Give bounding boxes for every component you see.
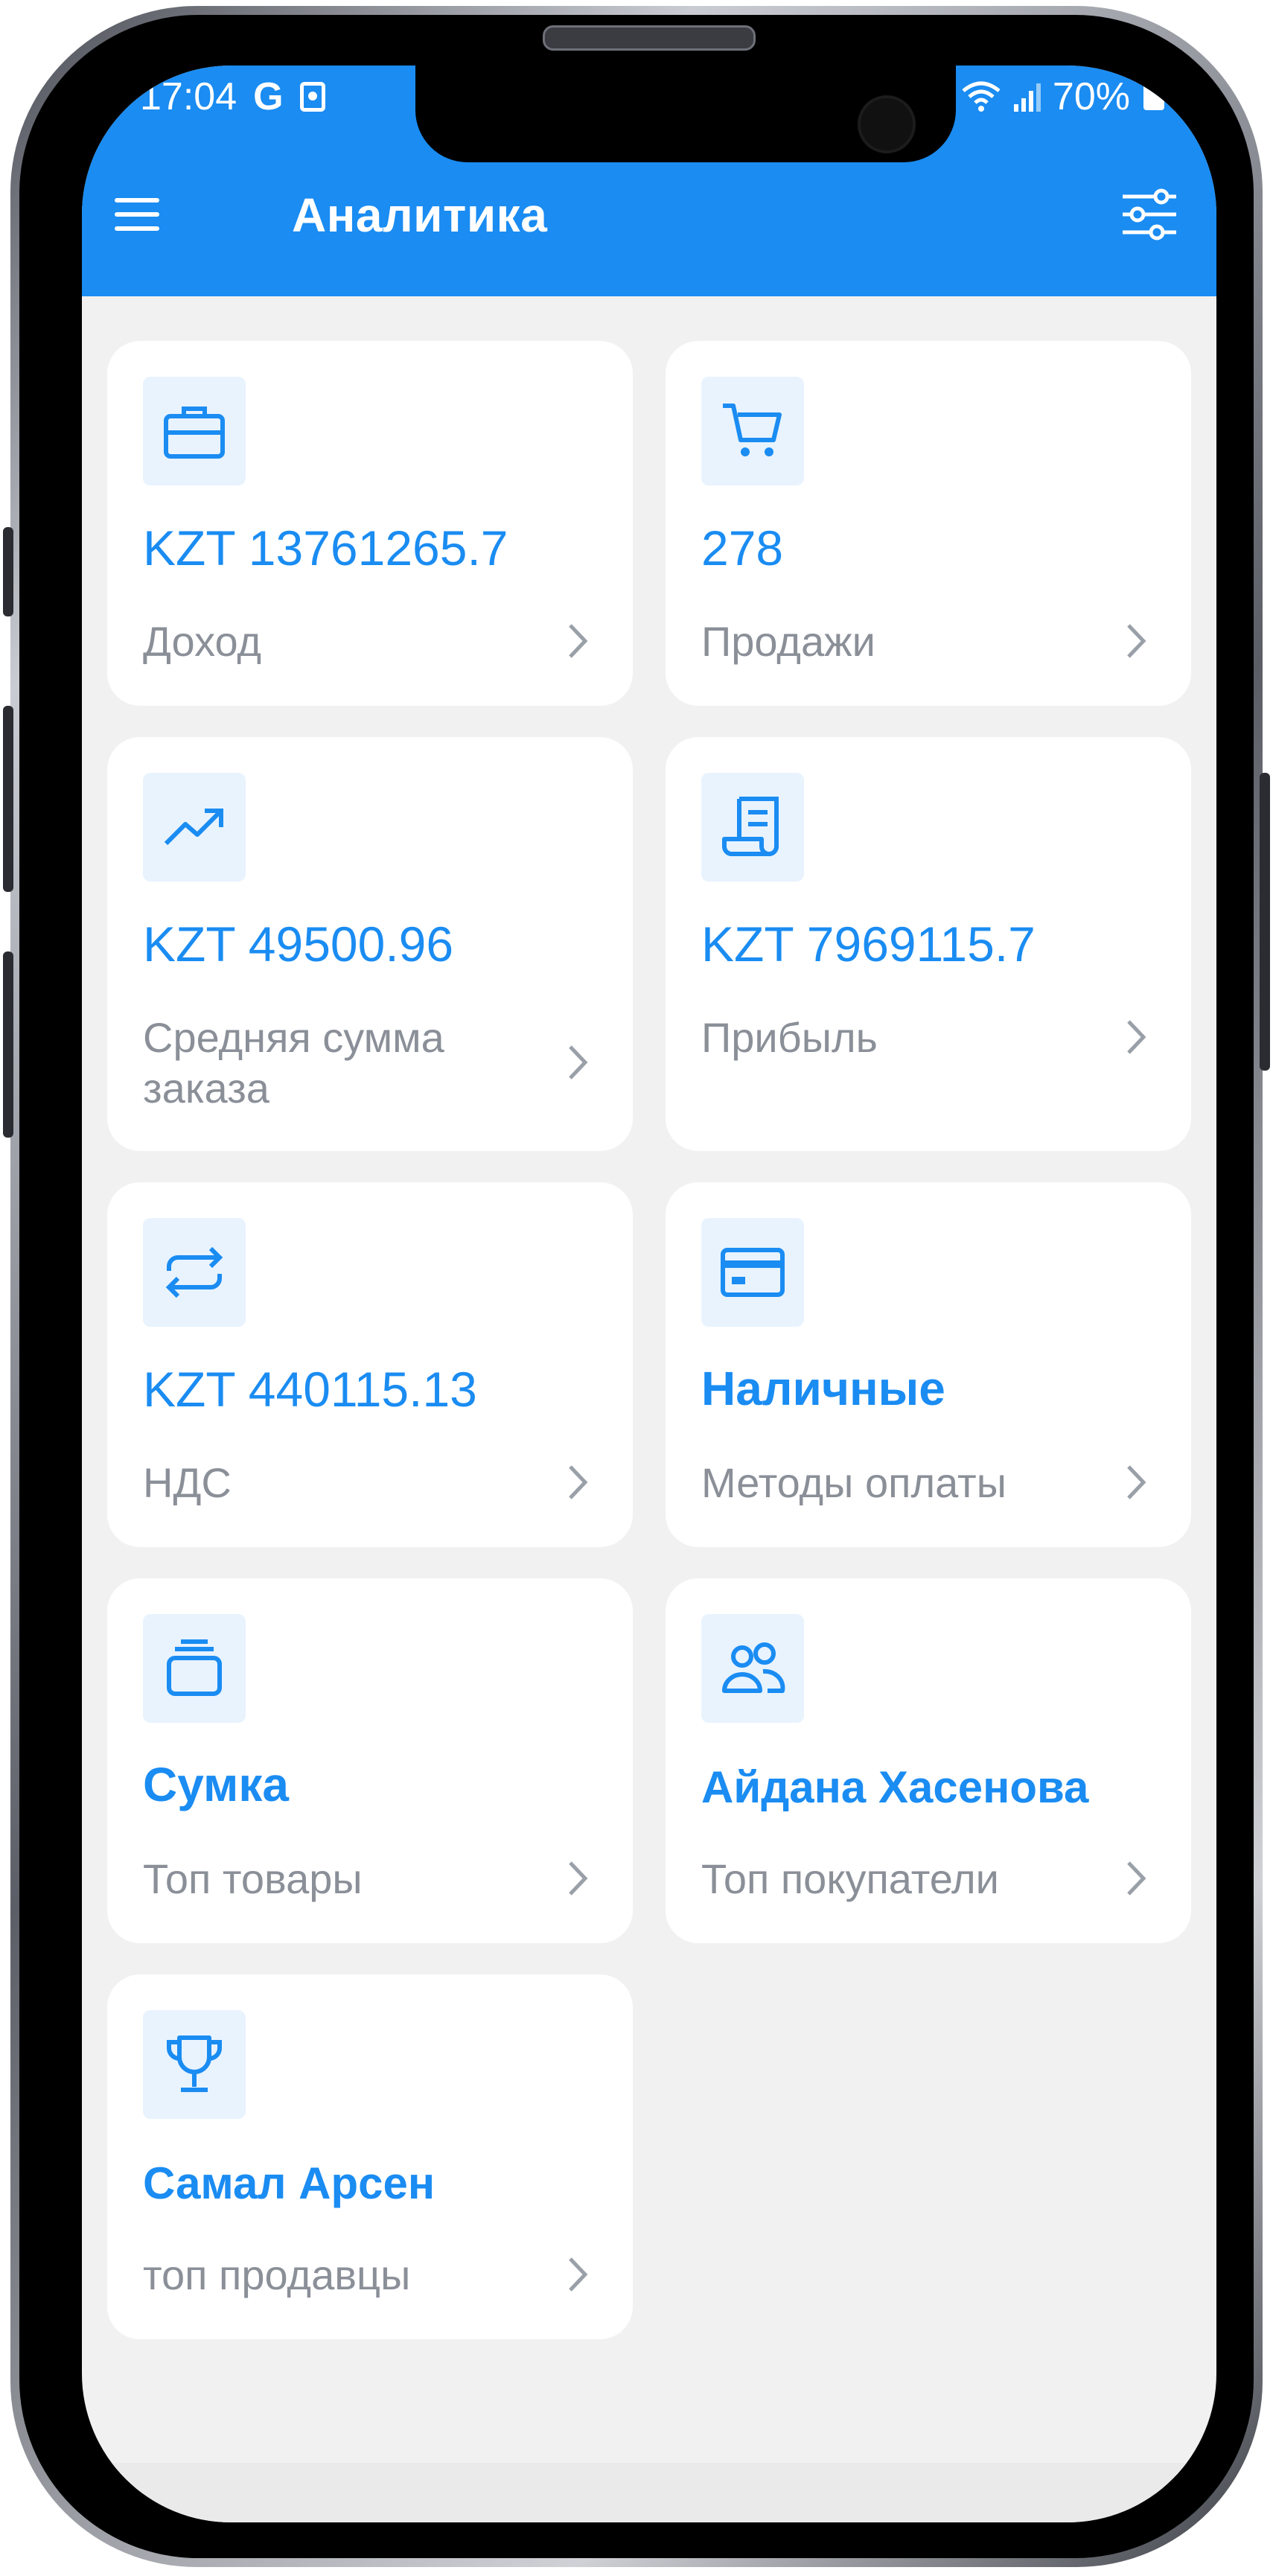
battery-icon [1143,83,1164,110]
side-button-volume-up [3,706,13,892]
card-icon-container [143,377,246,485]
card-icon-container [701,1218,804,1327]
trending-up-icon [164,809,223,846]
chevron-right-icon [569,1045,588,1080]
card-label: Методы оплаты [701,1459,1006,1506]
camera-notch [415,66,956,162]
chevron-right-icon [569,1465,588,1499]
card-value: KZT 13761265.7 [143,520,508,576]
chevron-right-icon [569,624,588,658]
card-value: Сумка [143,1758,289,1811]
card-top-sellers[interactable]: Самал Арсен топ продавцы [107,1974,633,2339]
wifi-icon [962,81,1001,112]
card-payment-methods[interactable]: Наличные Методы оплаты [666,1182,1191,1547]
credit-card-icon [721,1248,785,1297]
repeat-arrows-icon [165,1246,223,1298]
side-button-volume-down [3,951,13,1138]
app-bar: 17:04 G 70% Аналитика [82,66,1216,296]
chevron-right-icon [1127,1020,1146,1054]
earpiece-speaker [543,25,756,51]
card-icon-container [143,1614,246,1723]
card-label: топ продавцы [143,2251,411,2298]
system-navigation-bar [82,2463,1216,2522]
page-title: Аналитика [292,188,548,242]
signal-icon [1013,83,1041,112]
chevron-right-icon [569,2257,588,2292]
card-label: Топ товары [143,1855,363,1902]
chevron-right-icon [1127,624,1146,658]
card-icon-container [701,773,804,881]
card-vat[interactable]: KZT 440115.13 НДС [107,1182,633,1547]
card-icon-container [143,1218,246,1327]
users-icon [722,1642,785,1693]
card-value: KZT 49500.96 [143,916,454,972]
card-value: Самал Арсен [143,2158,436,2208]
card-label: Прибыль [701,1014,878,1061]
hamburger-menu-icon[interactable] [113,191,161,238]
card-icon-container [701,1614,804,1723]
shopping-cart-icon [723,404,782,456]
card-icon-container [143,773,246,881]
card-label: Доход [143,618,262,665]
card-sales[interactable]: 278 Продажи [666,341,1191,706]
card-top-products[interactable]: Сумка Топ товары [107,1578,633,1943]
status-bar-left: 17:04 G [140,74,325,119]
card-value: KZT 7969115.7 [701,916,1036,972]
card-label: Продажи [701,618,875,665]
card-label: НДС [143,1459,232,1506]
card-label: Средняя сумма заказа [143,1014,444,1112]
card-icon-container [143,2010,246,2119]
card-revenue[interactable]: KZT 13761265.7 Доход [107,341,633,706]
sliders-filter-icon[interactable] [1120,185,1179,244]
product-box-icon [167,1639,222,1696]
side-button-action [3,527,13,616]
battery-percent: 70% [1052,75,1130,118]
card-label: Топ покупатели [701,1855,999,1902]
screen: 17:04 G 70% Аналитика KZT 13761265.7 Дох… [82,66,1216,2522]
card-average-order[interactable]: KZT 49500.96 Средняя сумма заказа [107,737,633,1151]
card-value: 278 [701,520,784,576]
receipt-icon [722,797,779,856]
phone-frame: 17:04 G 70% Аналитика KZT 13761265.7 Дох… [3,6,1270,2567]
status-time: 17:04 [140,75,237,118]
card-value: Наличные [701,1362,945,1415]
card-value: Айдана Хасенова [701,1762,1089,1812]
side-button-power [1260,773,1270,1071]
trophy-icon [167,2035,222,2092]
card-profit[interactable]: KZT 7969115.7 Прибыль [666,737,1191,1151]
briefcase-icon [164,407,225,459]
chevron-right-icon [569,1861,588,1896]
front-camera [858,95,916,153]
google-icon: G [253,75,284,118]
card-icon-container [701,377,804,485]
chevron-right-icon [1127,1465,1146,1499]
card-value: KZT 440115.13 [143,1362,477,1417]
notification-icon [299,82,325,112]
chevron-right-icon [1127,1861,1146,1896]
card-top-customers[interactable]: Айдана Хасенова Топ покупатели [666,1578,1191,1943]
